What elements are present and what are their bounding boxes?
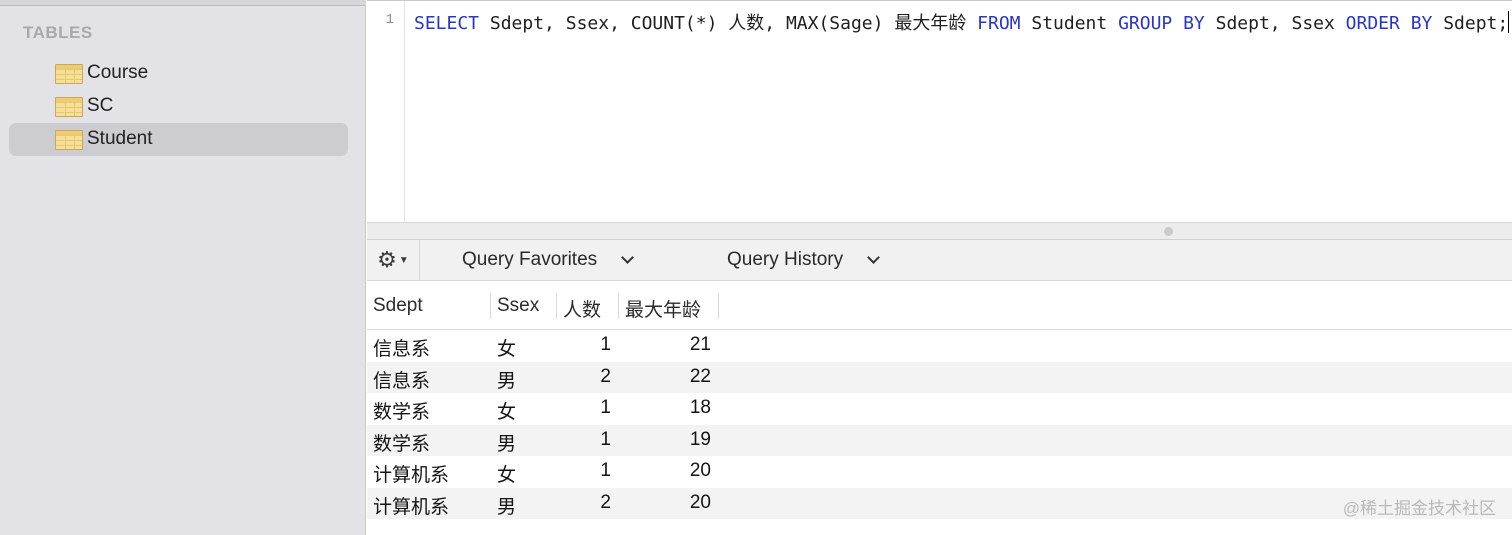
sql-keyword: ORDER BY xyxy=(1345,13,1433,34)
table-row[interactable]: 信息系男 2 22 xyxy=(367,361,1512,393)
cell-ssex[interactable]: 男 xyxy=(497,492,516,519)
sql-code-line[interactable]: SELECT Sdept, Ssex, COUNT(*) 人数, MAX(Sag… xyxy=(414,9,1510,35)
watermark: @稀土掘金技术社区 xyxy=(1342,499,1496,518)
tables-section-title: TABLES xyxy=(23,23,93,42)
cell-max-age[interactable]: 18 xyxy=(690,397,711,419)
cell-max-age[interactable]: 19 xyxy=(690,429,711,451)
table-row[interactable]: 信息系 女 1 21 xyxy=(367,330,1512,362)
cell-ssex[interactable]: 男 xyxy=(497,429,516,456)
gear-icon: ⚙ xyxy=(377,247,397,272)
sidebar-item-student[interactable]: Student xyxy=(9,123,348,156)
cell-ssex[interactable]: 女 xyxy=(497,334,516,361)
sql-keyword: FROM xyxy=(977,13,1021,34)
query-favorites-label: Query Favorites xyxy=(462,249,598,270)
table-row[interactable]: 计算机系 男 2 20 xyxy=(367,487,1512,519)
chevron-down-icon xyxy=(867,251,881,264)
column-header-ssex[interactable]: Ssex xyxy=(497,295,539,317)
column-divider[interactable] xyxy=(490,293,491,319)
query-history-label: Query History xyxy=(727,249,844,270)
cell-sdept[interactable]: 信息系 xyxy=(373,366,430,393)
cell-sdept[interactable]: 数学系 xyxy=(373,397,430,424)
chevron-down-icon xyxy=(621,251,635,264)
cell-sdept[interactable]: 数学系 xyxy=(373,429,430,456)
pane-splitter[interactable] xyxy=(367,222,1512,240)
sql-text: Student xyxy=(1020,13,1119,34)
cell-max-age[interactable]: 20 xyxy=(690,460,711,482)
line-number-gutter: 1 xyxy=(367,1,405,223)
column-header-max-age[interactable]: 最大年龄 xyxy=(625,295,701,322)
cell-sdept[interactable]: 信息系 xyxy=(373,334,430,361)
cell-sdept[interactable]: 计算机系 xyxy=(373,460,449,487)
results-table: Sdept Ssex 人数 最大年龄 信息系女 1 21 信息系男 2 22 数学系女 1 18… xyxy=(367,281,1512,535)
cell-count[interactable]: 1 xyxy=(600,334,611,356)
column-divider[interactable] xyxy=(618,293,619,319)
column-header-count[interactable]: 人数 xyxy=(563,295,601,322)
cell-count[interactable]: 1 xyxy=(600,397,611,419)
sidebar-item-course[interactable]: Course xyxy=(9,57,348,90)
results-header: Sdept Ssex 人数 最大年龄 xyxy=(367,281,1512,330)
cell-ssex[interactable]: 男 xyxy=(497,366,516,393)
cell-ssex[interactable]: 女 xyxy=(497,397,516,424)
table-icon xyxy=(55,97,83,117)
cell-count[interactable]: 2 xyxy=(600,492,611,514)
splitter-grip[interactable] xyxy=(1164,227,1173,236)
cell-count[interactable]: 2 xyxy=(600,366,611,388)
cell-ssex[interactable]: 女 xyxy=(497,460,516,487)
sidebar-item-label: Course xyxy=(87,62,149,83)
query-favorites-menu[interactable]: Query Favorites xyxy=(462,249,635,271)
line-number: 1 xyxy=(385,12,394,28)
cell-max-age[interactable]: 21 xyxy=(690,334,711,356)
sidebar-item-label: Student xyxy=(87,128,153,149)
app-window: TABLES Course SC Student 1 SELECT Sdept,… xyxy=(0,0,1512,535)
sidebar-top-border xyxy=(0,0,366,6)
query-history-menu[interactable]: Query History xyxy=(727,249,881,271)
cell-count[interactable]: 1 xyxy=(600,429,611,451)
sidebar: TABLES Course SC Student xyxy=(0,0,366,535)
table-row[interactable]: 计算机系 女 1 20 xyxy=(367,456,1512,488)
sidebar-item-label: SC xyxy=(87,95,114,116)
query-toolbar: ⚙ ▼ Query Favorites Query History xyxy=(367,240,1512,281)
table-icon xyxy=(55,64,83,84)
cell-max-age[interactable]: 22 xyxy=(690,366,711,388)
triangle-down-icon: ▼ xyxy=(398,254,409,266)
column-divider[interactable] xyxy=(718,293,719,319)
column-divider[interactable] xyxy=(556,293,557,319)
sql-text: Sdept, Ssex xyxy=(1204,13,1346,34)
query-editor[interactable]: 1 SELECT Sdept, Ssex, COUNT(*) 人数, MAX(S… xyxy=(367,0,1512,223)
cell-max-age[interactable]: 20 xyxy=(690,492,711,514)
sql-text: Sdept; xyxy=(1432,13,1509,34)
sidebar-item-sc[interactable]: SC xyxy=(9,90,348,123)
cell-sdept[interactable]: 计算机系 xyxy=(373,492,449,519)
table-icon xyxy=(55,130,83,150)
gear-menu-button[interactable]: ⚙ ▼ xyxy=(367,240,420,280)
sql-keyword: SELECT xyxy=(414,13,480,34)
sql-text: Sdept, Ssex, COUNT(*) 人数, MAX(Sage) 最大年龄 xyxy=(479,13,978,34)
text-caret xyxy=(1508,11,1510,33)
cell-count[interactable]: 1 xyxy=(600,460,611,482)
table-row[interactable]: 数学系 男 1 19 xyxy=(367,424,1512,456)
sql-keyword: GROUP BY xyxy=(1118,13,1205,34)
table-row[interactable]: 数学系 女 1 18 xyxy=(367,393,1512,425)
column-header-sdept[interactable]: Sdept xyxy=(373,295,423,317)
